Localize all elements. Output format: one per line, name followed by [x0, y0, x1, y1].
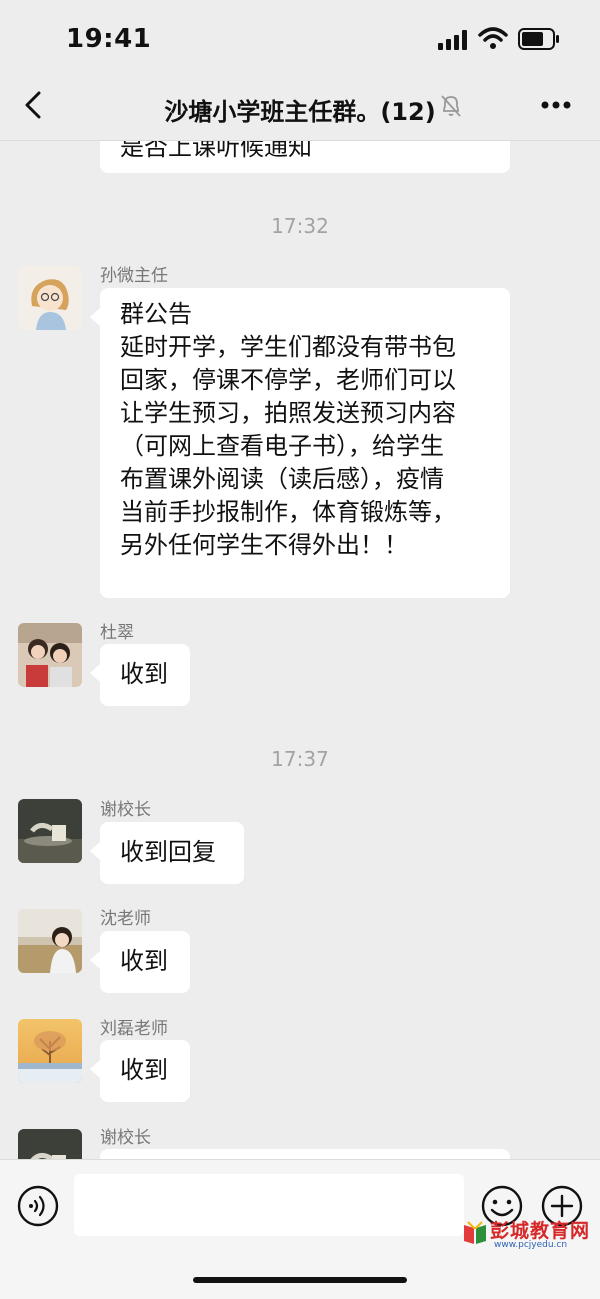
message-bubble[interactable]: 收到回复 — [90, 822, 244, 884]
message-text: 收到 — [120, 660, 168, 688]
message-bubble-partial[interactable] — [100, 1149, 510, 1159]
message-input[interactable] — [74, 1174, 464, 1236]
mute-icon — [441, 95, 461, 117]
chat-title: 沙塘小学班主任群。(12) — [164, 98, 436, 126]
message-line: 当前手抄报制作，体育锻炼等， — [120, 498, 456, 526]
message-line: 让学生预习，拍照发送预习内容 — [120, 399, 456, 427]
message-line: （可网上查看电子书），给学生 — [120, 432, 444, 460]
message-bubble[interactable]: 收到 — [90, 931, 190, 993]
message-text: 收到 — [120, 947, 168, 975]
sender-name: 刘磊老师 — [100, 1019, 168, 1039]
timestamp: 17:37 — [271, 747, 329, 771]
book-logo-icon — [464, 1221, 486, 1244]
watermark: 彭城教育网 www.pcjyedu.cn — [462, 1216, 594, 1252]
signal-icon — [438, 30, 467, 50]
message-text: 是否上课听候通知 — [120, 141, 312, 161]
status-bar: 19:41 — [0, 0, 600, 70]
message-line: 回家，停课不停学，老师们可以 — [120, 366, 456, 394]
sender-name: 杜翠 — [100, 623, 134, 643]
message-text: 收到 — [120, 1056, 168, 1084]
message-text: 收到回复 — [120, 838, 216, 866]
avatar[interactable] — [18, 909, 82, 973]
message-line: 布置课外阅读（读后感），疫情 — [120, 465, 444, 493]
message-line: 延时开学，学生们都没有带书包 — [120, 333, 456, 361]
message-line: 另外任何学生不得外出！！ — [120, 531, 408, 559]
message-bubble-partial[interactable]: 是否上课听候通知 — [100, 141, 510, 173]
status-time: 19:41 — [66, 24, 152, 54]
timestamp: 17:32 — [271, 214, 329, 238]
wifi-icon — [478, 27, 508, 49]
avatar[interactable] — [18, 1129, 82, 1159]
chat-header: 沙塘小学班主任群。(12) — [0, 70, 600, 141]
avatar[interactable] — [18, 623, 82, 687]
input-bar: 彭城教育网 www.pcjyedu.cn — [0, 1159, 600, 1299]
more-options-icon[interactable] — [540, 100, 572, 110]
sender-name: 孙微主任 — [100, 266, 168, 286]
avatar[interactable] — [18, 799, 82, 863]
watermark-text: 彭城教育网 — [490, 1220, 591, 1242]
message-list[interactable]: 是否上课听候通知 17:32 孙微主任 群公告 延时开学，学生们都没有带书包 回… — [0, 141, 600, 1159]
home-indicator — [193, 1277, 407, 1283]
sender-name: 沈老师 — [100, 909, 151, 929]
message-bubble[interactable]: 群公告 延时开学，学生们都没有带书包 回家，停课不停学，老师们可以 让学生预习，… — [90, 288, 510, 598]
avatar[interactable] — [18, 1019, 82, 1083]
avatar[interactable] — [18, 266, 82, 330]
message-bubble[interactable]: 收到 — [90, 644, 190, 706]
battery-icon — [518, 28, 559, 50]
watermark-url: www.pcjyedu.cn — [494, 1240, 568, 1250]
message-line: 群公告 — [120, 300, 192, 328]
message-bubble[interactable]: 收到 — [90, 1040, 190, 1102]
sender-name: 谢校长 — [100, 1128, 151, 1148]
voice-input-icon[interactable] — [16, 1184, 60, 1228]
sender-name: 谢校长 — [100, 800, 151, 820]
